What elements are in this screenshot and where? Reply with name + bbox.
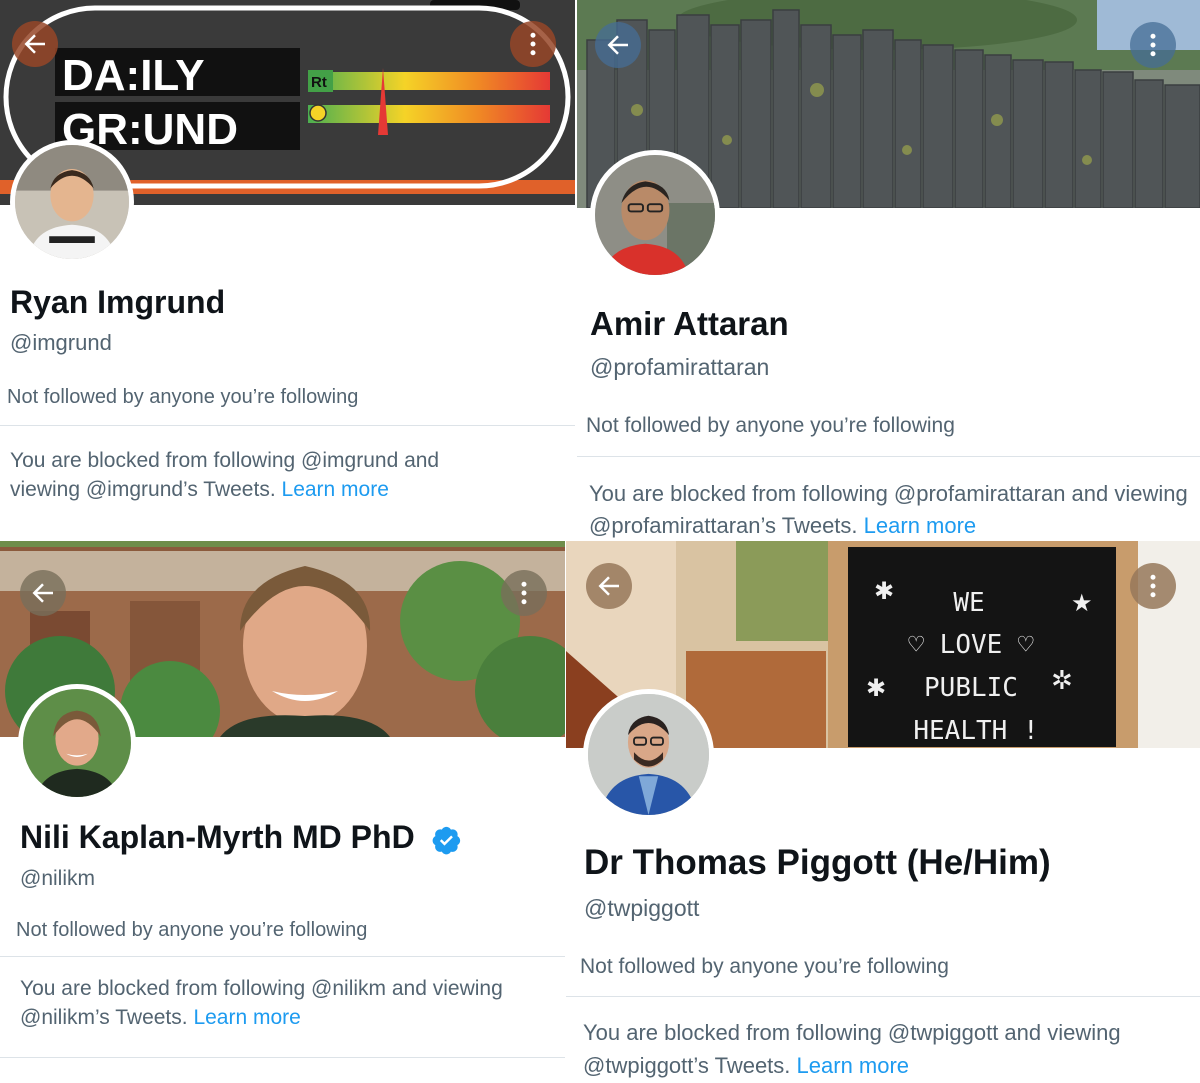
profile-name-text: Nili Kaplan-Myrth MD PhD: [20, 819, 415, 855]
divider: [0, 425, 575, 426]
more-vertical-icon: [1150, 33, 1156, 57]
avatar-photo: [23, 689, 131, 797]
more-button[interactable]: [1130, 22, 1176, 68]
profile-panel-nilikm: Nili Kaplan-Myrth MD PhD @nilikm Not fol…: [0, 541, 565, 1083]
divider: [0, 956, 565, 957]
profile-handle: @profamirattaran: [590, 354, 770, 380]
blocked-notice: You are blocked from following @nilikm a…: [20, 974, 540, 1033]
followers-you-know[interactable]: Not followed by anyone you’re following: [580, 955, 949, 979]
more-vertical-icon: [530, 32, 536, 56]
banner-line1: DA:ILY: [62, 51, 205, 100]
followers-you-know[interactable]: Not followed by anyone you’re following: [16, 919, 367, 942]
followers-you-know[interactable]: Not followed by anyone you’re following: [7, 386, 358, 409]
profile-panel-profamirattaran: Amir Attaran @profamirattaran Not follow…: [577, 0, 1200, 540]
more-vertical-icon: [521, 581, 527, 605]
blocked-notice: You are blocked from following @imgrund …: [10, 446, 510, 505]
avatar[interactable]: [590, 150, 720, 280]
divider: [566, 996, 1200, 997]
sign-line2: ♡ LOVE ♡: [908, 630, 1034, 660]
avatar[interactable]: [10, 140, 134, 264]
blocked-notice: You are blocked from following @profamir…: [589, 478, 1189, 540]
learn-more-link[interactable]: Learn more: [864, 513, 977, 538]
back-button[interactable]: [20, 570, 66, 616]
sign-line4: HEALTH !: [913, 716, 1038, 746]
profile-handle: @imgrund: [10, 330, 112, 355]
svg-text:✲: ✲: [1051, 666, 1073, 696]
svg-text:✱: ✱: [866, 674, 886, 702]
banner-meter-label: Rt: [311, 74, 327, 91]
back-button[interactable]: [595, 22, 641, 68]
more-vertical-icon: [1150, 574, 1156, 598]
sign-line1: WE: [953, 588, 984, 618]
verified-badge-icon[interactable]: [432, 825, 462, 855]
back-arrow-icon: [32, 583, 53, 603]
profile-handle: @nilikm: [20, 867, 95, 890]
divider: [577, 456, 1200, 457]
followers-you-know[interactable]: Not followed by anyone you’re following: [586, 414, 955, 438]
profile-name: Amir Attaran: [590, 305, 789, 342]
more-button[interactable]: [1130, 563, 1176, 609]
avatar-photo: [595, 155, 715, 275]
learn-more-link[interactable]: Learn more: [797, 1053, 910, 1078]
back-button[interactable]: [586, 563, 632, 609]
profile-panel-imgrund: DA:ILY GR:UND Rt Ryan Imgrund @imgrund N…: [0, 0, 575, 540]
profile-panel-twpiggott: WE ♡ LOVE ♡ PUBLIC HEALTH ! ✱ ★ ✱ ✲ Dr T…: [566, 541, 1200, 1083]
more-button[interactable]: [510, 21, 556, 67]
profile-name: Nili Kaplan-Myrth MD PhD: [20, 819, 462, 856]
svg-text:★: ★: [1071, 589, 1093, 617]
divider: [0, 1057, 565, 1058]
back-arrow-icon: [598, 576, 619, 596]
back-arrow-icon: [24, 34, 45, 54]
more-button[interactable]: [501, 570, 547, 616]
blocked-notice: You are blocked from following @twpiggot…: [583, 1016, 1143, 1082]
avatar-photo: [15, 145, 129, 259]
avatar-photo: [588, 694, 709, 815]
learn-more-link[interactable]: Learn more: [193, 1006, 300, 1029]
profile-name: Dr Thomas Piggott (He/Him): [584, 843, 1051, 882]
sign-line3: PUBLIC: [924, 673, 1018, 703]
svg-text:✱: ✱: [874, 577, 894, 605]
avatar[interactable]: [18, 684, 136, 802]
profile-name: Ryan Imgrund: [10, 284, 226, 320]
profile-handle: @twpiggott: [584, 895, 700, 921]
back-arrow-icon: [607, 35, 628, 55]
back-button[interactable]: [12, 21, 58, 67]
learn-more-link[interactable]: Learn more: [282, 478, 389, 501]
avatar[interactable]: [583, 689, 714, 820]
